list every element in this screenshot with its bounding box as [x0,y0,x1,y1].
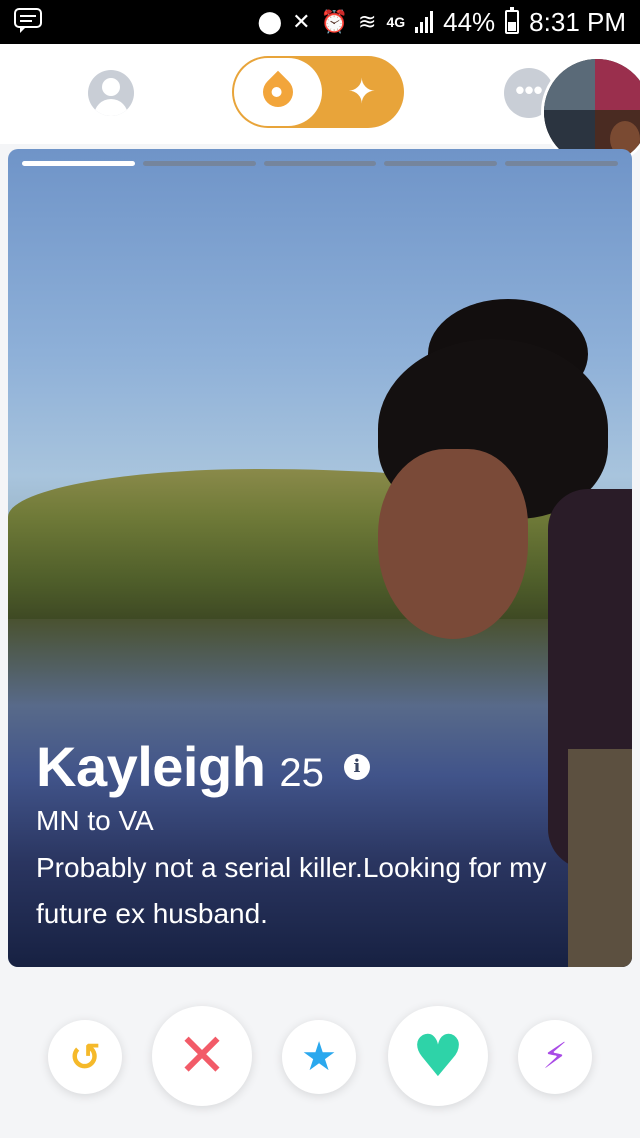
profile-bio: Probably not a serial killer.Looking for… [36,852,547,929]
photo-progress-segment [142,161,256,166]
network-type: 4G [386,14,406,30]
battery-icon [505,7,520,34]
photo-progress-segment [384,161,498,166]
profile-age: 25 [279,751,324,795]
profile-info: Kayleigh 25 i MN to VA Probably not a se… [36,734,596,937]
profile-name: Kayleigh [36,735,266,798]
profile-icon[interactable] [88,70,134,116]
profile-card[interactable]: Kayleigh 25 i MN to VA Probably not a se… [8,149,632,967]
discovery-toggle[interactable]: ✦ [232,56,404,128]
rewind-button[interactable]: ↺ [48,1020,122,1094]
photo-progress-segment [22,161,135,166]
nope-button[interactable]: ✕ [152,1006,252,1106]
status-bar: ⬤ ✕ ⏰ ≋ 4G 44% 8:31 PM [0,0,640,44]
wifi-icon: ≋ [358,9,377,34]
photo-progress-segment [505,161,618,166]
boost-button[interactable]: ⚡ [518,1020,592,1094]
battery-percent: 44% [443,6,496,37]
photo-progress [22,161,618,166]
mute-icon: ✕ [292,9,311,34]
clock: 8:31 PM [529,6,626,37]
profile-location: MN to VA [36,805,154,836]
location-icon: ⬤ [257,9,283,34]
sparkle-icon[interactable]: ✦ [348,70,377,114]
heart-icon: ♥ [412,1022,464,1090]
photo-progress-segment [263,161,377,166]
close-icon: ✕ [176,1021,228,1091]
alarm-icon: ⏰ [320,9,348,34]
rewind-icon: ↺ [69,1035,101,1079]
action-bar: ↺ ✕ ★ ♥ ⚡ [0,1000,640,1120]
like-button[interactable]: ♥ [388,1006,488,1106]
flame-icon [256,70,300,114]
lightning-icon: ⚡ [542,1036,568,1077]
signal-icon [415,11,434,33]
info-icon[interactable]: i [343,753,370,780]
super-like-button[interactable]: ★ [282,1020,356,1094]
swipe-mode-knob[interactable] [234,58,322,126]
star-icon: ★ [301,1034,337,1080]
message-notification-icon [14,8,42,39]
